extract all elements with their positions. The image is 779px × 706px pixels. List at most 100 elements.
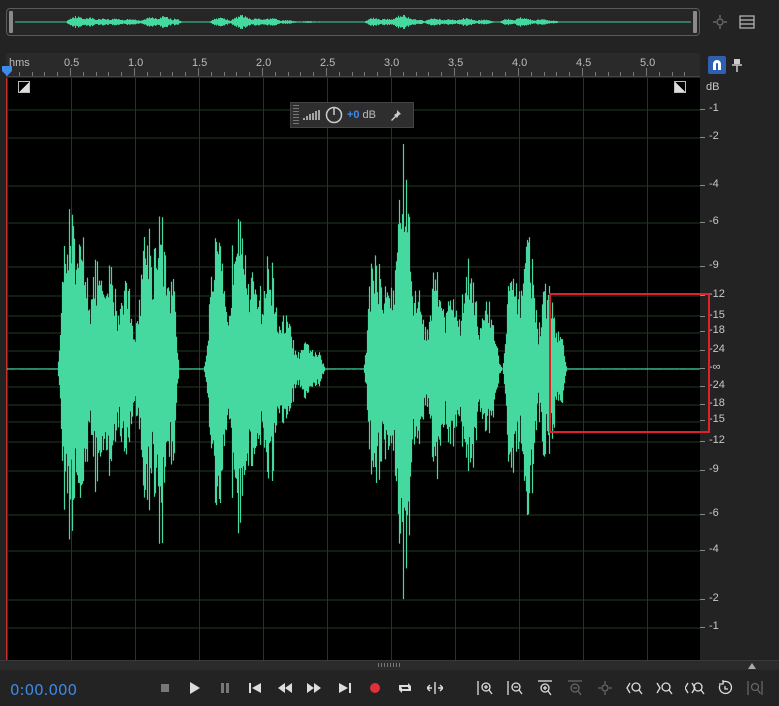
highlight-box [549, 293, 710, 433]
ruler-minor-tick [671, 72, 673, 76]
zoom-out-time-button[interactable] [565, 679, 585, 697]
db-scale-tick [700, 599, 705, 600]
ruler-minor-tick [44, 72, 46, 76]
ruler-minor-tick [70, 68, 71, 76]
hud-grip[interactable] [293, 105, 299, 125]
zoom-in-time-button[interactable] [535, 679, 555, 697]
ruler-minor-tick [441, 72, 443, 76]
skip-to-start-button[interactable] [245, 679, 265, 697]
ruler-minor-tick [95, 72, 97, 76]
play-button[interactable] [185, 679, 205, 697]
ruler-minor-tick [223, 72, 225, 76]
ruler-minor-tick [313, 72, 315, 76]
time-display[interactable]: 0:00.000 [10, 681, 77, 699]
zoom-fit-button[interactable] [745, 679, 765, 697]
db-scale-label: -2 [709, 130, 719, 142]
ruler-minor-tick [351, 72, 353, 76]
db-scale-label: -24 [709, 379, 725, 391]
ruler-tick-label: 2.0 [256, 57, 272, 69]
fast-forward-button[interactable] [304, 679, 324, 697]
menu-list-icon[interactable] [738, 13, 756, 31]
zoom-out-amplitude-icon [507, 681, 523, 695]
ruler-tick-label: 1.0 [128, 57, 144, 69]
zoom-navigator-icon[interactable] [711, 13, 729, 31]
overview-left-handle[interactable] [9, 11, 13, 33]
playhead-marker-icon[interactable] [1, 65, 13, 77]
bottom-scroll-strip[interactable] [0, 660, 779, 670]
ruler-tick-label: 0.5 [64, 57, 80, 69]
splitter-handle[interactable] [378, 663, 402, 667]
db-scale-tick [700, 185, 705, 186]
time-ruler[interactable]: hms 0.5 1.0 1.5 2.0 2.5 3.0 3.5 4.0 4.5 … [2, 53, 700, 77]
amplitude-hud[interactable]: +0 dB [290, 102, 414, 128]
ruler-minor-tick [172, 72, 174, 76]
ruler-tick-label: 3.0 [384, 57, 400, 69]
ruler-minor-tick [658, 72, 660, 76]
overview-waveform [15, 14, 691, 30]
db-scale-label: -1 [709, 620, 719, 632]
db-scale-label: -24 [709, 343, 725, 355]
db-scale-label: -9 [709, 259, 719, 271]
overview-bar [0, 0, 779, 45]
top-right-corner-icon[interactable] [674, 81, 686, 93]
ruler-minor-tick [594, 72, 596, 76]
db-scale-label: -18 [709, 397, 725, 409]
record-icon [370, 683, 380, 693]
db-scale-label: -6 [709, 215, 719, 227]
skip-to-start-icon [249, 683, 261, 693]
zoom-out-point-button[interactable] [655, 679, 675, 697]
ruler-minor-tick [492, 72, 494, 76]
top-left-corner-icon[interactable] [18, 81, 30, 93]
rewind-button[interactable] [275, 679, 295, 697]
hud-gain-value[interactable]: +0 [347, 109, 360, 121]
ruler-tick-label: 2.5 [320, 57, 336, 69]
zoom-out-point-icon [656, 682, 673, 695]
stop-button[interactable] [155, 679, 175, 697]
ruler-minor-tick [159, 72, 161, 76]
record-button[interactable] [365, 679, 385, 697]
db-scale-tick [700, 627, 705, 628]
zoom-reset-button[interactable] [715, 679, 735, 697]
zoom-in-point-button[interactable] [625, 679, 645, 697]
db-scale-label: -12 [709, 288, 725, 300]
zoom-full-button[interactable] [685, 679, 705, 697]
ruler-tick-label: 1.5 [192, 57, 208, 69]
overview-right-handle[interactable] [693, 11, 697, 33]
ruler-minor-tick [31, 72, 33, 76]
amplitude-scale[interactable]: dB -1 -2 -4 -6 -9 -12 -15 -18 -24 -∞ -24 -18 -15 -12 -… [700, 78, 779, 660]
pin-hud-icon[interactable] [390, 109, 402, 121]
pin-icon[interactable] [728, 56, 746, 74]
db-scale-label: -6 [709, 507, 719, 519]
zoom-in-point-icon [626, 682, 643, 695]
db-scale-label: -18 [709, 324, 725, 336]
ruler-minor-tick [274, 72, 276, 76]
volume-knob-icon[interactable] [325, 106, 343, 124]
ruler-minor-tick [185, 72, 187, 76]
db-scale-header: dB [706, 81, 720, 93]
ruler-minor-tick [300, 72, 302, 76]
skip-to-end-icon [339, 683, 351, 693]
rewind-icon [278, 683, 292, 693]
ruler-tick-label: 4.5 [576, 57, 592, 69]
ruler-minor-tick [18, 72, 20, 76]
zoom-out-amplitude-button[interactable] [505, 679, 525, 697]
collapse-up-icon[interactable] [748, 663, 756, 669]
ruler-minor-tick [607, 72, 609, 76]
ruler-minor-tick [466, 72, 468, 76]
loop-button[interactable] [395, 679, 415, 697]
skip-to-end-button[interactable] [335, 679, 355, 697]
zoom-selection-button[interactable] [595, 679, 615, 697]
pause-button[interactable] [215, 679, 235, 697]
ruler-minor-tick [620, 72, 622, 76]
overview-scroll-track[interactable] [6, 8, 700, 36]
zoom-in-amplitude-button[interactable] [475, 679, 495, 697]
db-scale-label: -4 [709, 178, 719, 190]
db-scale-label: -1 [709, 102, 719, 114]
skip-selection-button[interactable] [425, 679, 445, 697]
pause-icon [221, 683, 229, 693]
snap-magnet-icon[interactable] [708, 56, 726, 74]
db-scale-label: -15 [709, 309, 725, 321]
ruler-minor-tick [108, 72, 110, 76]
ruler-minor-tick [684, 72, 686, 76]
db-scale-tick [700, 137, 705, 138]
